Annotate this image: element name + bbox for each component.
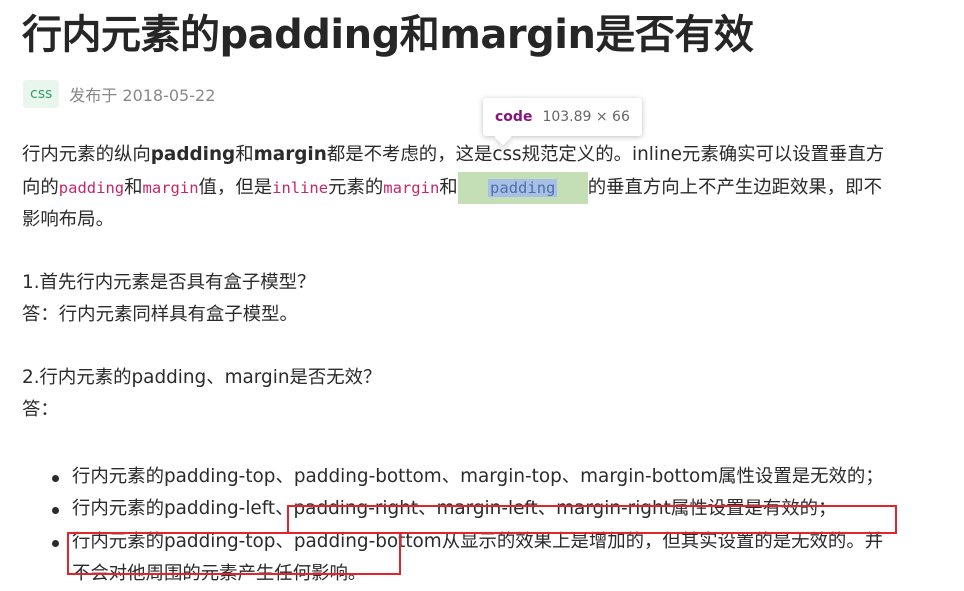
intro-line-3: 影响布局。 [22,209,114,230]
answer-list: 行内元素的padding-top、padding-bottom、margin-t… [22,461,947,591]
text: 值，但是 [198,176,273,198]
inline-code: margin [383,178,440,197]
page-title: 行内元素的padding和margin是否有效 [22,12,754,58]
bold-text: margin [253,144,327,165]
text: 不会对他周围的元素产生任何影响。 [72,563,367,584]
tooltip-element-tag: code [495,109,533,125]
publish-date: 发布于 2018-05-22 [69,86,216,105]
category-tag[interactable]: css [23,80,60,108]
list-item: 行内元素的padding-top、padding-bottom从显示的效果上是增… [52,526,947,591]
text: 和 [124,176,143,198]
answer-1: 答：行内元素同样具有盒子模型。 [22,304,298,325]
intro-line-2: 向的padding和margin值，但是inline元素的margin和 padd… [22,171,947,204]
answer-2: 答： [22,399,59,420]
question-2: 2.行内元素的padding、margin是否无效？ [22,366,382,388]
inline-code-highlighted: padding [488,178,558,197]
text: 都是不考虑的，这是css规范定义的。inline元素确实可以设置垂直方 [326,144,885,165]
text: 和 [439,176,458,198]
tooltip-element-size: 103.89 × 66 [542,109,630,125]
text: 的垂直方向上不产生边距效果，即不 [587,176,882,198]
text: 元素的 [328,176,384,198]
inline-code: padding [58,178,125,197]
text: 行内元素的纵向 [22,144,151,165]
text: 和 [235,144,254,165]
post-meta: css 发布于 2018-05-22 [23,79,215,109]
inspected-code-element: padding [457,171,588,204]
list-item: 行内元素的padding-left、padding-right、margin-l… [52,493,947,526]
inline-code: inline [272,178,329,197]
inline-code: margin [142,178,199,197]
text: 向的 [22,176,59,198]
list-item: 行内元素的padding-top、padding-bottom、margin-t… [52,461,947,494]
bold-text: padding [150,144,236,165]
devtools-inspect-tooltip: code 103.89 × 66 [483,98,642,136]
text: 行内元素的padding-top、padding-bottom从显示的效果上是增… [72,530,884,552]
intro-line-1: 行内元素的纵向padding和margin都是不考虑的，这是css规范定义的。i… [22,139,947,172]
question-1: 1.首先行内元素是否具有盒子模型？ [22,271,316,293]
article-body: 行内元素的纵向padding和margin都是不考虑的，这是css规范定义的。i… [22,139,947,591]
